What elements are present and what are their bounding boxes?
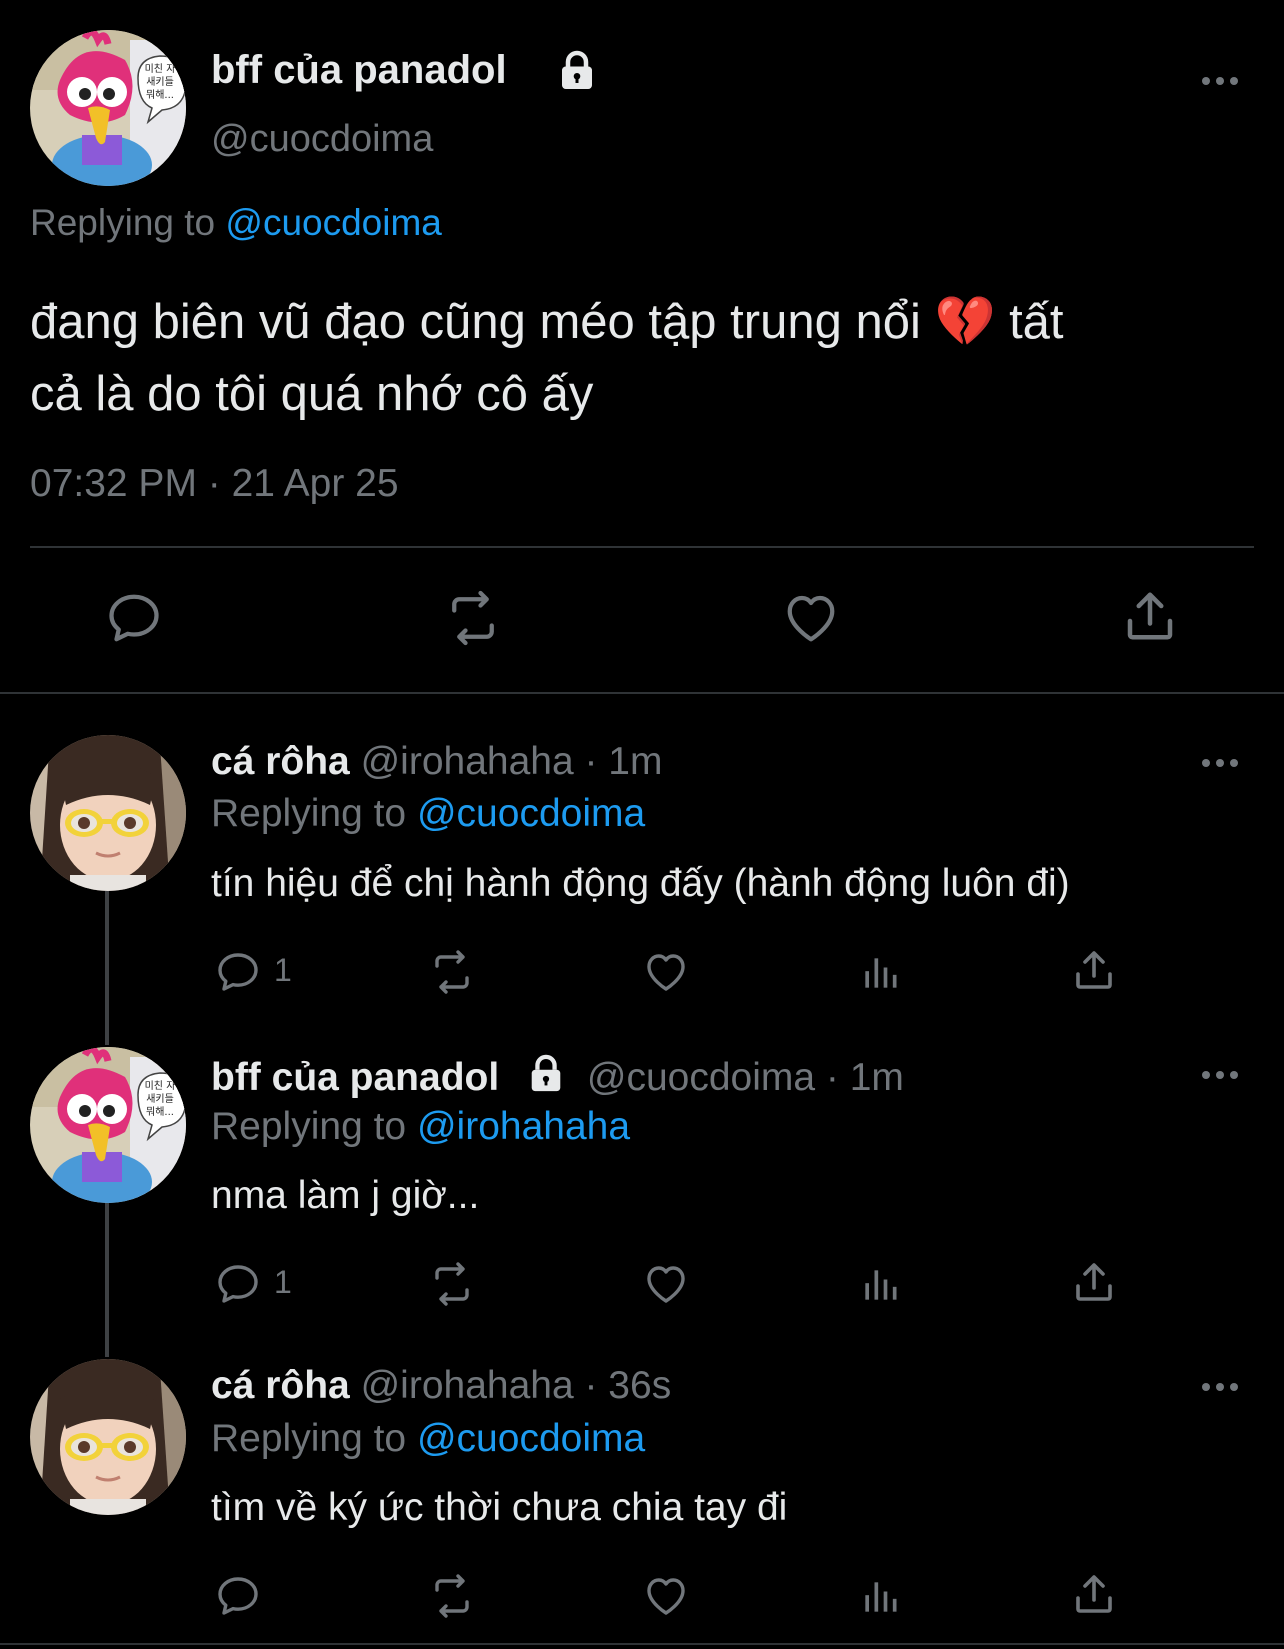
display-name[interactable]: bff của panadol (211, 1056, 499, 1099)
divider (30, 546, 1254, 548)
replying-label: Replying to (211, 1417, 407, 1460)
replying-to-link[interactable]: @cuocdoima (225, 202, 442, 243)
heart-icon[interactable] (642, 1260, 690, 1308)
heart-icon[interactable] (642, 1572, 690, 1620)
retweet-icon[interactable] (424, 1260, 480, 1308)
more-icon[interactable] (1200, 1068, 1240, 1080)
reply-header: cá rôha @irohahaha · 1m (211, 740, 663, 784)
more-icon[interactable] (1200, 74, 1240, 86)
reply-text: tín hiệu để chị hành động đấy (hành động… (211, 862, 1070, 905)
reply-icon[interactable] (214, 948, 262, 996)
reply-header: bff của panadol @cuocdoima · 1m (211, 1054, 904, 1100)
divider (0, 1643, 1284, 1645)
share-icon[interactable] (1070, 1258, 1118, 1306)
handle-time[interactable]: @cuocdoima · 1m (587, 1056, 904, 1099)
more-icon[interactable] (1200, 1380, 1240, 1392)
handle-time[interactable]: @irohahaha · 1m (361, 740, 663, 783)
display-name[interactable]: cá rôha (211, 740, 350, 783)
replying-label: Replying to (211, 1105, 407, 1148)
share-icon[interactable] (1070, 946, 1118, 994)
reply-icon[interactable] (104, 588, 164, 648)
thread-line (105, 890, 109, 1045)
tweet-timestamp: 07:32 PM · 21 Apr 25 (30, 462, 399, 505)
avatar[interactable] (30, 1047, 186, 1203)
tweet-text: đang biên vũ đạo cũng méo tập trung nổi … (30, 286, 1064, 430)
retweet-icon[interactable] (440, 588, 506, 648)
tweet-text-line: đang biên vũ đạo cũng méo tập trung nổi … (30, 295, 1064, 349)
avatar[interactable] (30, 735, 186, 891)
replying-to-link[interactable]: @cuocdoima (417, 792, 645, 835)
views-icon[interactable] (858, 1262, 902, 1308)
replying-to-line: Replying to @irohahaha (211, 1105, 630, 1149)
handle-time[interactable]: @irohahaha · 36s (361, 1364, 672, 1407)
retweet-icon[interactable] (424, 948, 480, 996)
reply-text: nma làm j giờ... (211, 1174, 480, 1217)
replying-to-line: Replying to @cuocdoima (211, 792, 645, 836)
replying-to-link[interactable]: @cuocdoima (417, 1417, 645, 1460)
handle[interactable]: @cuocdoima (211, 118, 433, 161)
replying-to-line: Replying to @cuocdoima (30, 202, 442, 244)
heart-icon[interactable] (642, 948, 690, 996)
avatar[interactable] (30, 30, 186, 186)
avatar[interactable] (30, 1359, 186, 1515)
heart-icon[interactable] (781, 588, 841, 648)
replying-label: Replying to (211, 792, 407, 835)
more-icon[interactable] (1200, 756, 1240, 768)
replying-label: Replying to (30, 202, 216, 243)
divider (0, 692, 1284, 694)
views-icon[interactable] (858, 1574, 902, 1620)
reply-icon[interactable] (214, 1572, 262, 1620)
lock-icon (557, 50, 597, 92)
reply-count: 1 (274, 952, 292, 988)
share-icon[interactable] (1120, 586, 1180, 646)
lock-icon (526, 1054, 566, 1094)
display-name[interactable]: bff của panadol (211, 48, 507, 93)
display-name[interactable]: cá rôha (211, 1364, 350, 1407)
replying-to-line: Replying to @cuocdoima (211, 1417, 645, 1461)
reply-count: 1 (274, 1264, 292, 1300)
reply-header: cá rôha @irohahaha · 36s (211, 1364, 671, 1408)
replying-to-link[interactable]: @irohahaha (417, 1105, 630, 1148)
thread-line (105, 1202, 109, 1357)
share-icon[interactable] (1070, 1570, 1118, 1618)
retweet-icon[interactable] (424, 1572, 480, 1620)
tweet-text-line: cả là do tôi quá nhớ cô ấy (30, 367, 594, 421)
reply-text: tìm về ký ức thời chưa chia tay đi (211, 1486, 788, 1529)
reply-icon[interactable] (214, 1260, 262, 1308)
views-icon[interactable] (858, 950, 902, 996)
